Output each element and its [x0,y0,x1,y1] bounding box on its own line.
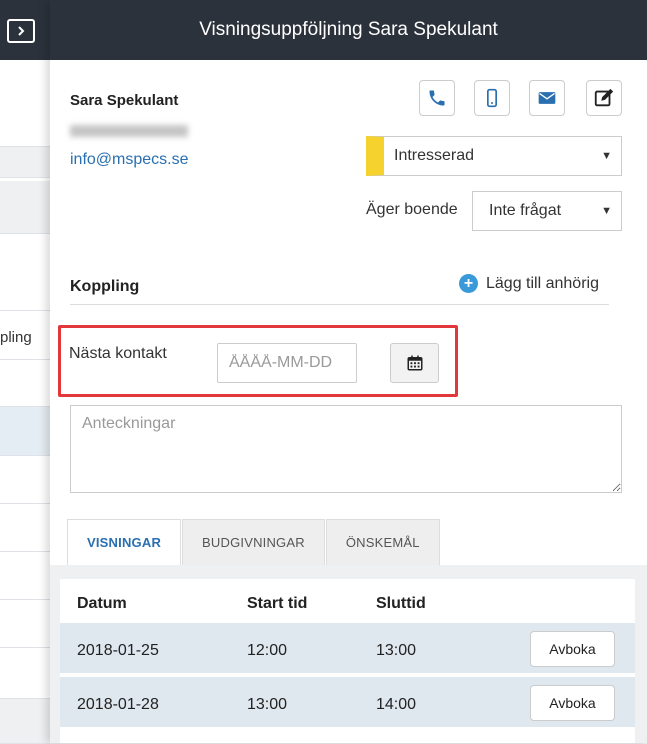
background-topbar [0,0,50,60]
showing-end-time: 14:00 [376,696,417,713]
mobile-icon [487,88,497,108]
tab-wishes[interactable]: ÖNSKEMÅL [325,519,440,565]
background-row [0,648,50,699]
showing-followup-panel: Visningsuppföljning Sara Spekulant Sara … [50,0,647,743]
showing-end-time: 13:00 [376,642,417,659]
column-header-date: Datum [77,595,127,612]
contact-email-link[interactable]: info@mspecs.se [70,151,189,169]
interest-status-select[interactable]: Intresserad ▼ [366,136,622,176]
background-row [0,699,50,744]
background-row [0,60,50,147]
background-row [0,407,50,456]
background-row [0,360,50,407]
column-header-end: Sluttid [376,595,426,612]
tab-showings[interactable]: VISNINGAR [67,519,182,565]
call-mobile-button[interactable] [474,80,510,116]
expand-panel-button[interactable] [7,19,35,43]
showing-date: 2018-01-25 [77,642,159,659]
background-row [0,504,50,552]
cancel-booking-button[interactable]: Avboka [530,631,615,667]
panel-title: Visningsuppföljning Sara Spekulant [199,19,498,40]
background-row [0,600,50,648]
plus-circle-icon: + [459,274,478,293]
add-relative-button[interactable]: + Lägg till anhörig [459,274,599,293]
phone-number-blurred [70,125,188,137]
edit-icon [594,88,614,107]
background-row [0,234,50,311]
contact-name: Sara Spekulant [70,92,179,109]
owns-home-label: Äger boende [366,201,458,218]
background-column-label: pling [0,329,32,346]
phone-icon [429,90,445,106]
showings-table: Datum Start tid Sluttid 2018-01-25 12:00… [60,579,635,743]
showing-start-time: 12:00 [247,642,288,659]
panel-header: Visningsuppföljning Sara Spekulant [50,0,647,60]
chevron-right-icon [18,26,25,36]
background-row [0,147,50,178]
edit-contact-button[interactable] [586,80,622,116]
add-relative-label: Lägg till anhörig [486,274,599,292]
showings-tab-content: Datum Start tid Sluttid 2018-01-25 12:00… [50,565,647,743]
table-row: 2018-01-25 12:00 13:00 Avboka [60,623,635,673]
showing-date: 2018-01-28 [77,696,159,713]
table-header-row: Datum Start tid Sluttid [60,579,635,623]
cancel-booking-button[interactable]: Avboka [530,685,615,721]
open-calendar-button[interactable] [390,343,439,383]
caret-down-icon: ▼ [601,205,612,217]
calendar-icon [407,355,422,371]
relation-section: Koppling + Lägg till anhörig [70,268,609,305]
envelope-icon [538,92,556,104]
next-contact-date-input[interactable] [217,343,357,383]
background-row [0,181,50,234]
background-row [0,456,50,504]
owns-home-value: Inte frågat [489,202,562,219]
owns-home-select[interactable]: Inte frågat ▼ [472,191,622,231]
next-contact-label: Nästa kontakt [69,345,167,362]
column-header-start: Start tid [247,595,308,612]
showing-start-time: 13:00 [247,696,288,713]
table-row: 2018-01-28 13:00 14:00 Avboka [60,677,635,727]
relation-label: Koppling [70,278,140,295]
tab-bids[interactable]: BUDGIVNINGAR [182,519,325,565]
interest-status-value: Intresserad [394,147,475,164]
panel-tabs: VISNINGAR BUDGIVNINGAR ÖNSKEMÅL [67,519,441,565]
notes-textarea[interactable] [70,405,622,493]
send-email-button[interactable] [529,80,565,116]
caret-down-icon: ▼ [601,150,612,162]
call-phone-button[interactable] [419,80,455,116]
background-row [0,552,50,600]
